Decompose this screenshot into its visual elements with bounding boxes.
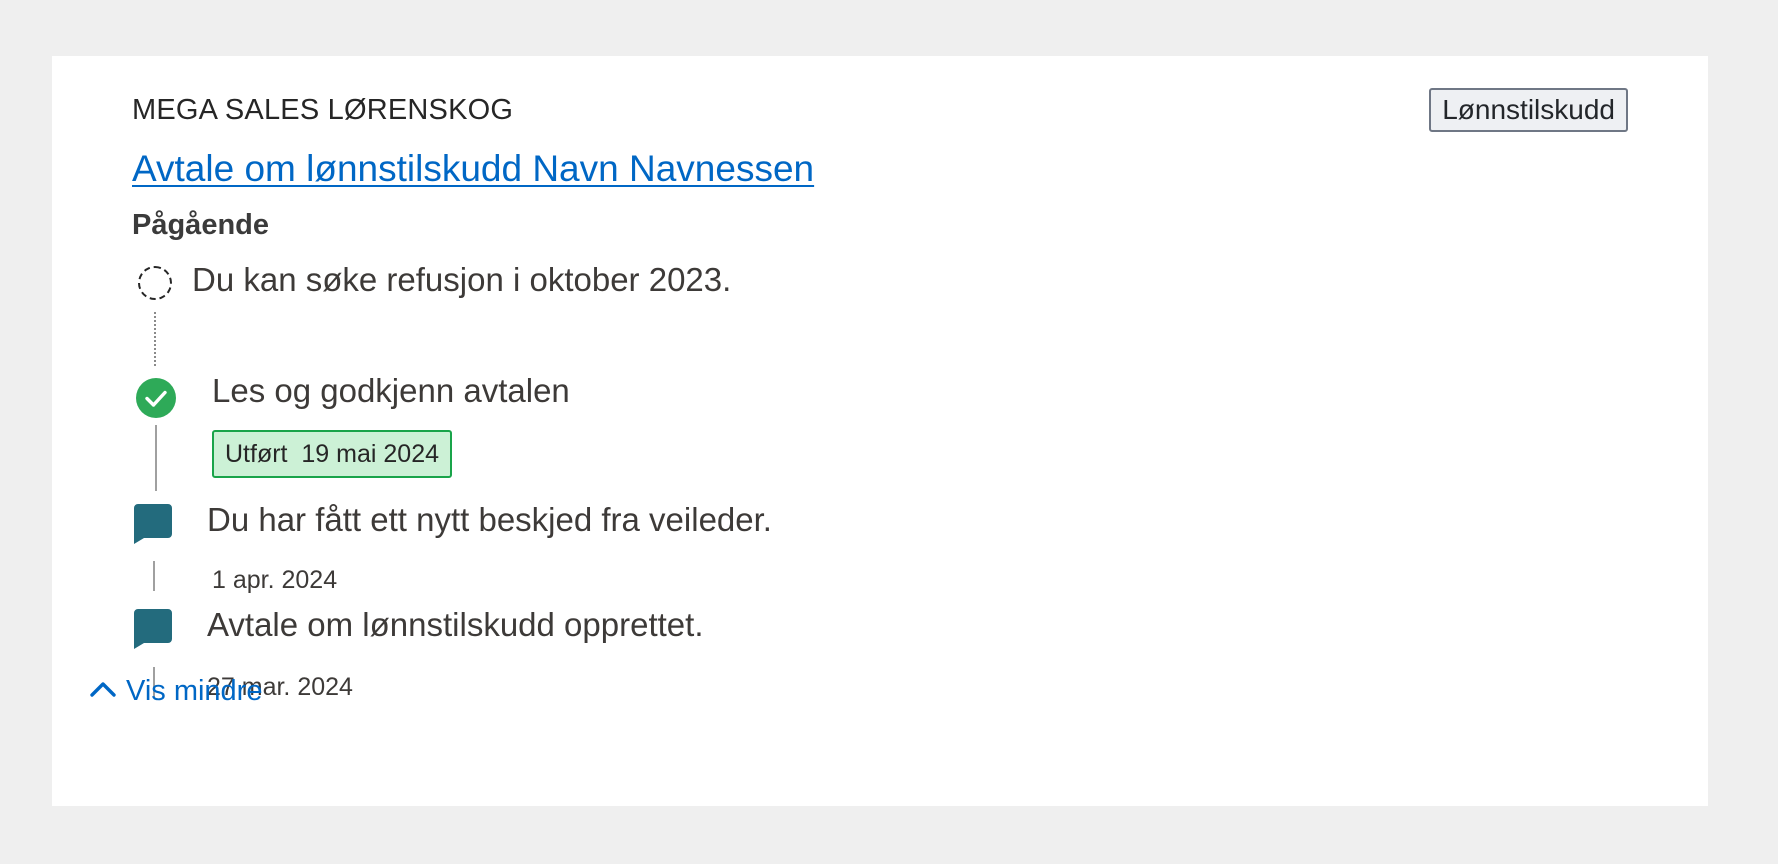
organization-name: MEGA SALES LØRENSKOG <box>132 94 514 126</box>
status-label: Pågående <box>132 209 269 241</box>
dashed-circle-icon <box>138 266 172 300</box>
message-text: Du har fått ett nytt beskjed fra veilede… <box>207 501 772 538</box>
chat-bubble-icon <box>134 504 172 544</box>
agreement-type-tag: Lønnstilskudd <box>1429 88 1628 132</box>
agreement-card: MEGA SALES LØRENSKOG Lønnstilskudd Avtal… <box>52 56 1708 806</box>
timeline-connector <box>155 425 157 491</box>
task-text: Les og godkjenn avtalen <box>212 372 570 409</box>
completed-badge: Utført 19 mai 2024 <box>212 430 453 478</box>
show-less-button[interactable]: Vis mindre <box>88 675 262 708</box>
timeline-connector <box>154 312 156 366</box>
upcoming-event-text: Du kan søke refusjon i oktober 2023. <box>192 261 732 298</box>
chat-bubble-icon <box>134 609 172 649</box>
agreement-title-link[interactable]: Avtale om lønnstilskudd Navn Navnessen <box>132 148 814 190</box>
message-date: 1 apr. 2024 <box>212 566 338 594</box>
check-circle-icon <box>136 378 176 418</box>
message-text: Avtale om lønnstilskudd opprettet. <box>207 606 704 643</box>
badge-date: 19 mai 2024 <box>301 440 440 468</box>
timeline-connector <box>153 561 155 591</box>
show-less-label: Vis mindre <box>126 675 263 707</box>
badge-label: Utført <box>225 440 288 468</box>
chevron-up-icon <box>88 675 118 708</box>
